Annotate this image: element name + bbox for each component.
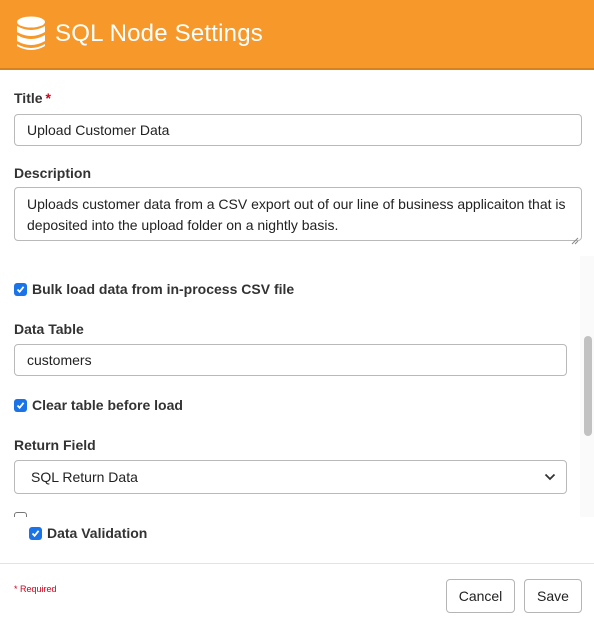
partial-checkbox[interactable] [14, 512, 27, 517]
data-table-label: Data Table [14, 321, 84, 337]
title-input[interactable] [14, 114, 582, 146]
scrollbar-track[interactable] [580, 256, 594, 517]
description-text: Uploads customer data from a CSV export … [27, 196, 566, 233]
required-note: * Required [14, 584, 57, 594]
title-label-text: Title [14, 90, 43, 106]
description-textarea[interactable]: Uploads customer data from a CSV export … [14, 187, 582, 245]
partial-checkbox-row[interactable] [14, 512, 32, 517]
cancel-button[interactable]: Cancel [446, 579, 515, 613]
data-validation-label: Data Validation [47, 525, 148, 541]
required-star: * [45, 90, 51, 106]
scrollbar-thumb[interactable] [584, 336, 592, 436]
required-note-text: Required [20, 584, 57, 594]
dialog-title: SQL Node Settings [55, 20, 263, 47]
bulk-load-checkbox[interactable] [14, 282, 27, 296]
bulk-load-checkbox-row[interactable]: Bulk load data from in-process CSV file [14, 281, 294, 297]
clear-table-checkbox[interactable] [14, 398, 27, 412]
clear-table-checkbox-row[interactable]: Clear table before load [14, 397, 183, 413]
required-note-star: * [14, 584, 18, 594]
data-validation-checkbox-row[interactable]: Data Validation [29, 525, 147, 541]
data-validation-checkbox[interactable] [29, 526, 42, 540]
chevron-down-icon [544, 468, 556, 486]
options-scroll-area[interactable]: Bulk load data from in-process CSV file … [0, 256, 594, 517]
save-button[interactable]: Save [524, 579, 582, 613]
return-field-value: SQL Return Data [31, 469, 138, 485]
return-field-label: Return Field [14, 437, 96, 453]
title-label: Title * [14, 90, 51, 106]
resize-grip-icon[interactable] [571, 230, 579, 245]
database-icon [16, 16, 46, 52]
bulk-load-label: Bulk load data from in-process CSV file [32, 281, 295, 297]
dialog-header: SQL Node Settings [0, 0, 594, 70]
footer-divider [0, 563, 594, 564]
data-table-input[interactable] [14, 344, 567, 376]
clear-table-label: Clear table before load [32, 397, 183, 413]
description-label: Description [14, 165, 92, 181]
return-field-select[interactable]: SQL Return Data [14, 460, 567, 494]
